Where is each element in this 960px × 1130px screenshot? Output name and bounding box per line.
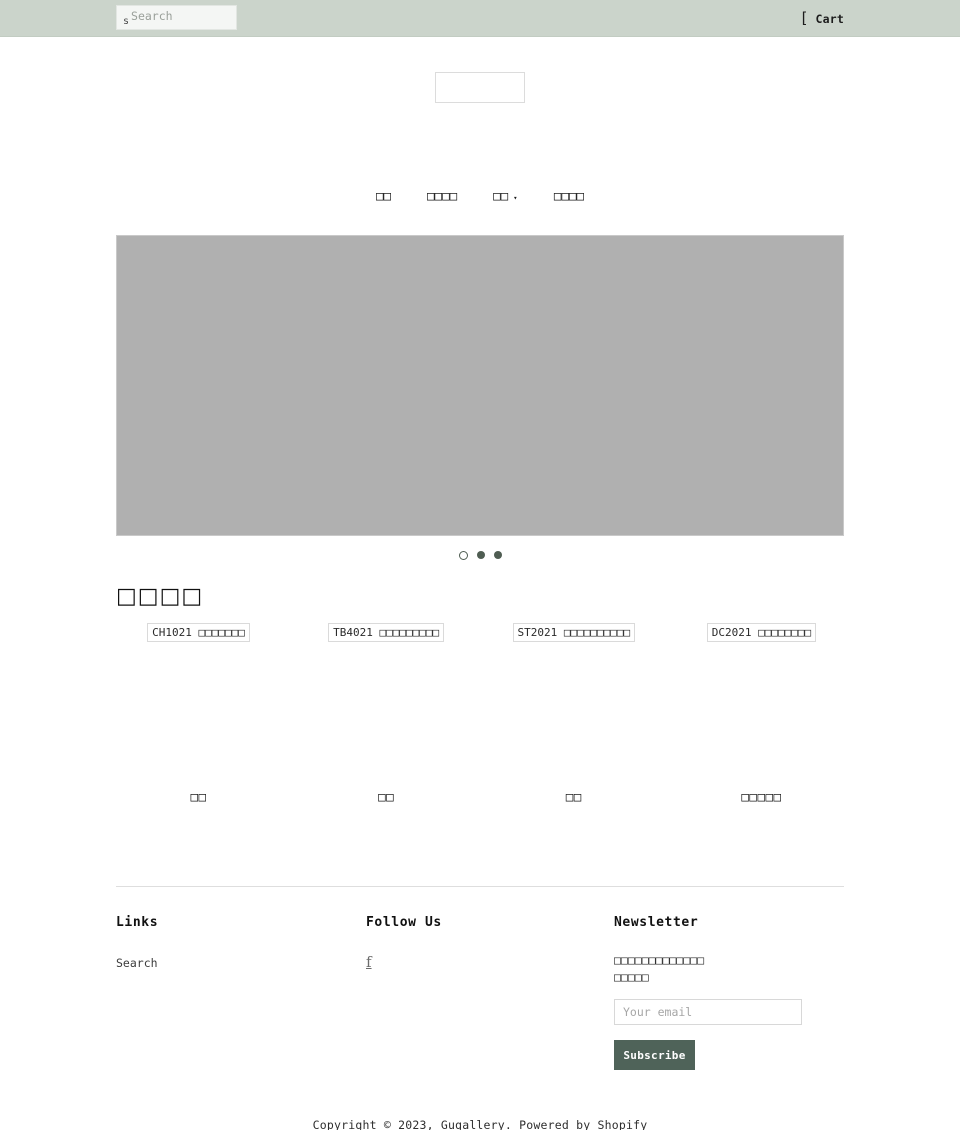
product-2-alt-code: TB4021 <box>333 626 373 639</box>
slideshow-dot-1[interactable] <box>458 550 468 560</box>
section-title: □□□□ <box>116 584 204 609</box>
featured-collection-section: □□□□ CH1021 □□□□□□□ □□ TB4021 □□□□□□□□□ … <box>116 584 844 804</box>
footer-column-newsletter: Newsletter □□□□□□□□□□□□□ □□□□□ Subscribe <box>614 915 844 1070</box>
chevron-down-icon: ▾ <box>513 194 518 202</box>
nav-item-2[interactable]: □□□□ <box>427 188 457 203</box>
nav-item-4-label: □□□□ <box>553 187 585 203</box>
cart-link[interactable]: [ Cart <box>799 0 844 37</box>
product-3-title: □□ <box>565 789 582 804</box>
nav-item-4[interactable]: □□□□ <box>554 188 584 203</box>
product-3-alt-code: ST2021 <box>517 626 558 639</box>
facebook-icon[interactable]: f <box>366 955 372 970</box>
footer-link-search[interactable]: Search <box>116 956 158 970</box>
nav-item-3-label: □□ <box>493 187 509 203</box>
product-card-3[interactable]: ST2021 □□□□□□□□□□ □□ <box>491 623 656 804</box>
product-2-alt-tofu: □□□□□□□□□ <box>379 626 440 639</box>
nav-item-1-label: □□ <box>375 187 392 203</box>
search-icon: s <box>123 15 130 27</box>
product-4-title: □□□□□ <box>741 789 782 804</box>
product-4-broken-image[interactable]: DC2021 □□□□□□□□ <box>706 623 817 642</box>
slideshow-dot-3[interactable] <box>493 551 502 559</box>
product-1-alt-code: CH1021 <box>152 626 192 639</box>
product-4-alt-code: DC2021 <box>711 626 752 639</box>
footer-newsletter-heading: Newsletter <box>614 915 699 930</box>
product-3-alt-tofu: □□□□□□□□□□ <box>563 626 631 639</box>
subscribe-button[interactable]: Subscribe <box>614 1040 695 1070</box>
logo-area <box>0 37 960 137</box>
footer-column-links: Links Search <box>116 915 366 1070</box>
footer-column-follow: Follow Us f <box>366 915 614 1070</box>
product-grid: CH1021 □□□□□□□ □□ TB4021 □□□□□□□□□ □□ ST… <box>116 623 844 804</box>
product-1-title: □□ <box>190 789 207 804</box>
nav-item-3[interactable]: □□ ▾ <box>493 188 518 203</box>
search-box[interactable]: s <box>116 5 237 30</box>
product-2-broken-image[interactable]: TB4021 □□□□□□□□□ <box>328 623 445 642</box>
newsletter-description-line2: □□□□□ <box>614 970 649 984</box>
slideshow-dots <box>0 548 960 562</box>
cart-label: Cart <box>815 11 844 26</box>
product-1-alt-tofu: □□□□□□□ <box>198 626 245 639</box>
product-card-4[interactable]: DC2021 □□□□□□□□ □□□□□ <box>679 623 844 804</box>
top-utility-bar: s [ Cart <box>0 0 960 37</box>
copyright-text: Copyright © 2023, Gugallery. Powered by … <box>312 1118 648 1130</box>
nav-item-1[interactable]: □□ <box>376 188 391 203</box>
site-footer: Links Search Follow Us f Newsletter □□□□… <box>116 886 844 1070</box>
product-1-broken-image[interactable]: CH1021 □□□□□□□ <box>147 623 250 642</box>
newsletter-description-line1: □□□□□□□□□□□□□ <box>614 953 705 967</box>
product-card-2[interactable]: TB4021 □□□□□□□□□ □□ <box>304 623 469 804</box>
footer-follow-heading: Follow Us <box>366 915 442 930</box>
slideshow-dot-2[interactable] <box>476 551 485 559</box>
nav-item-2-label: □□□□ <box>427 187 458 203</box>
search-input[interactable] <box>131 8 230 23</box>
product-2-title: □□ <box>378 789 395 804</box>
main-navigation: □□ □□□□ □□ ▾ □□□□ <box>0 171 960 219</box>
store-logo-broken-image[interactable] <box>435 71 525 103</box>
product-card-1[interactable]: CH1021 □□□□□□□ □□ <box>116 623 281 804</box>
newsletter-description: □□□□□□□□□□□□□ □□□□□ <box>614 952 844 986</box>
newsletter-email-input[interactable] <box>614 999 802 1025</box>
hero-slideshow-broken-image[interactable] <box>116 235 844 536</box>
product-4-alt-tofu: □□□□□□□□ <box>758 626 812 639</box>
cart-icon: [ <box>799 9 809 27</box>
footer-links-heading: Links <box>116 915 159 930</box>
product-3-broken-image[interactable]: ST2021 □□□□□□□□□□ <box>512 623 636 642</box>
